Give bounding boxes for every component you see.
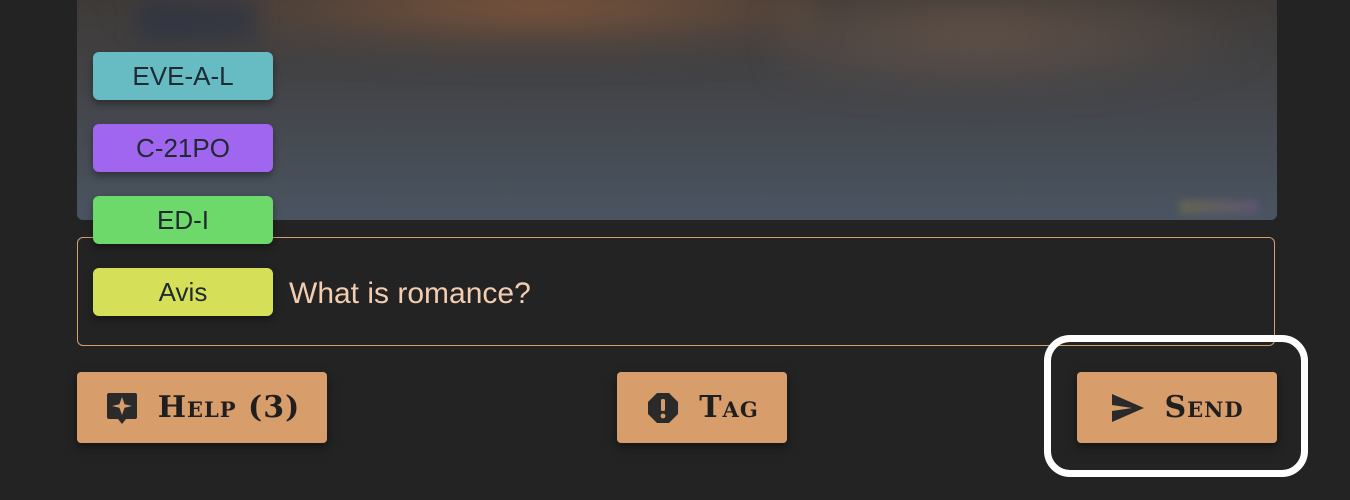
sparkle-chat-icon (104, 390, 140, 426)
tag-button[interactable]: Tag (617, 372, 787, 443)
send-button[interactable]: Send (1077, 372, 1277, 443)
tag-eve-a-l[interactable]: EVE-A-L (93, 52, 273, 100)
tag-button-label: Tag (699, 390, 759, 425)
image-corner-mark (1179, 200, 1259, 214)
exclamation-octagon-icon (645, 390, 681, 426)
background-image-panel (77, 0, 1277, 220)
send-button-label: Send (1164, 390, 1244, 425)
tag-avis[interactable]: Avis (93, 268, 273, 316)
chat-stage: What is romance? EVE-A-L C-21PO ED-I Avi… (0, 0, 1350, 500)
tag-c-21po[interactable]: C-21PO (93, 124, 273, 172)
help-button-label: Help (3) (157, 390, 301, 425)
image-blur-region (137, 0, 257, 40)
message-text[interactable]: What is romance? (289, 272, 531, 316)
paper-plane-icon (1110, 390, 1146, 426)
image-blur-region (777, 0, 1277, 100)
help-button[interactable]: Help (3) (77, 372, 327, 443)
tag-ed-i[interactable]: ED-I (93, 196, 273, 244)
